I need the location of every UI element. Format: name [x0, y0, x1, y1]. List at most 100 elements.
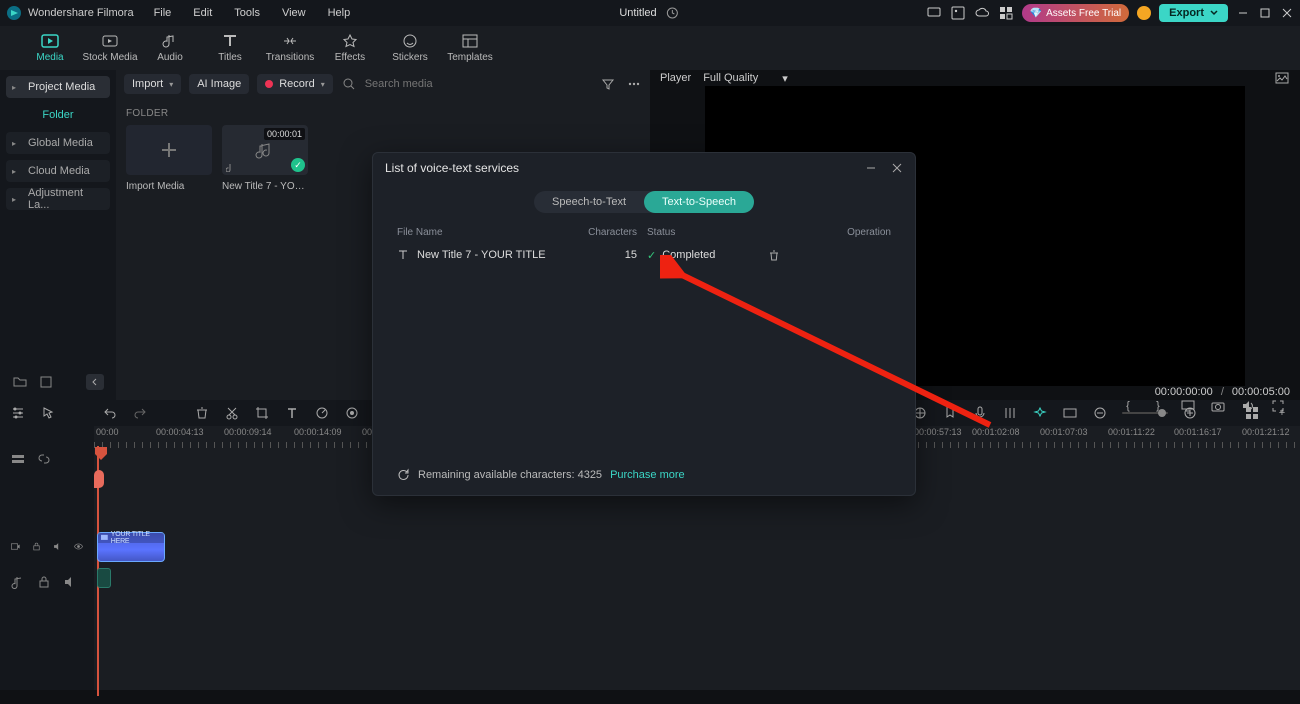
tl-options-icon[interactable] — [10, 405, 26, 421]
link-icon[interactable] — [36, 451, 52, 467]
new-bin-icon[interactable] — [38, 374, 54, 390]
ai-image-button[interactable]: AI Image — [189, 74, 249, 94]
video-track-icon — [10, 538, 21, 554]
menu-tools[interactable]: Tools — [224, 3, 270, 23]
import-media-card[interactable]: Import Media — [126, 125, 212, 192]
menu-edit[interactable]: Edit — [183, 3, 222, 23]
tab-stock[interactable]: Stock Media — [80, 33, 140, 63]
zoom-out-icon[interactable] — [1092, 405, 1108, 421]
export-button[interactable]: Export — [1159, 4, 1228, 22]
search-icon — [341, 76, 357, 92]
delete-row-icon[interactable] — [767, 248, 891, 262]
check-badge-icon: ✓ — [291, 158, 305, 172]
audio-clip[interactable] — [97, 568, 111, 588]
tab-effects[interactable]: Effects — [320, 33, 380, 63]
grid-icon[interactable] — [1244, 405, 1260, 421]
check-icon: ✓ — [647, 249, 656, 262]
quality-dropdown[interactable]: Full Quality▾ — [703, 72, 788, 85]
record-dropdown[interactable]: Record▾ — [257, 74, 332, 94]
tab-audio[interactable]: Audio — [140, 33, 200, 63]
sidebar-adjustment[interactable]: ▸Adjustment La... — [6, 188, 110, 210]
time-current: 00:00:00:00 — [1155, 386, 1213, 398]
modal-close-icon[interactable] — [891, 162, 903, 174]
audio-track-icon — [10, 574, 26, 590]
modal-minimize-icon[interactable] — [865, 162, 877, 174]
refresh-icon[interactable] — [397, 468, 410, 481]
tab-transitions[interactable]: Transitions — [260, 33, 320, 63]
sidebar-cloud-media[interactable]: ▸Cloud Media — [6, 160, 110, 182]
delete-icon[interactable] — [194, 405, 210, 421]
apps-icon[interactable] — [998, 5, 1014, 21]
cloud-icon[interactable] — [974, 5, 990, 21]
mixer-icon[interactable] — [1002, 405, 1018, 421]
add-track-icon[interactable]: + — [1274, 405, 1290, 421]
app-name: Wondershare Filmora — [28, 7, 134, 19]
voice-text-modal: List of voice-text services Speech-to-Te… — [372, 152, 916, 496]
table-header: File Name Characters Status Operation — [373, 223, 915, 240]
zoom-in-icon[interactable] — [1182, 405, 1198, 421]
history-icon[interactable] — [665, 5, 681, 21]
menu-help[interactable]: Help — [318, 3, 361, 23]
mute-icon[interactable] — [52, 538, 63, 554]
cut-icon[interactable] — [224, 405, 240, 421]
marker-icon[interactable] — [942, 405, 958, 421]
collapse-sidebar-icon[interactable] — [86, 374, 104, 390]
account-icon[interactable] — [1137, 6, 1151, 20]
undo-icon[interactable] — [102, 405, 118, 421]
menu-view[interactable]: View — [272, 3, 316, 23]
tab-titles[interactable]: Titles — [200, 33, 260, 63]
lock-icon[interactable] — [31, 538, 42, 554]
redo-icon[interactable] — [132, 405, 148, 421]
tab-speech-to-text[interactable]: Speech-to-Text — [534, 191, 644, 213]
document-title: Untitled — [619, 7, 656, 19]
maximize-icon[interactable] — [1258, 6, 1272, 20]
snapshot-icon[interactable] — [1274, 70, 1290, 86]
tab-media[interactable]: Media — [20, 33, 80, 63]
text-icon[interactable] — [284, 405, 300, 421]
filter-icon[interactable] — [600, 76, 616, 92]
track-manage-icon[interactable] — [10, 451, 26, 467]
media-card-title[interactable]: 00:00:01 ✓ New Title 7 - YOUR TI... — [222, 125, 308, 192]
titlebar: Wondershare Filmora File Edit Tools View… — [0, 0, 1300, 26]
menu-file[interactable]: File — [144, 3, 182, 23]
audio-sub-icon — [226, 162, 236, 172]
pointer-icon[interactable] — [40, 405, 56, 421]
camera-icon[interactable] — [1210, 398, 1226, 414]
more-icon[interactable] — [626, 76, 642, 92]
status-text: Completed — [662, 249, 715, 261]
ai-tools-icon[interactable] — [1032, 405, 1048, 421]
sidebar-project-media[interactable]: ▸Project Media — [6, 76, 110, 98]
crop-icon[interactable] — [254, 405, 270, 421]
video-clip[interactable]: YOUR TITLE HERE — [97, 532, 165, 562]
player-label: Player — [660, 72, 691, 84]
logo-icon — [6, 5, 22, 21]
import-dropdown[interactable]: Import▾ — [124, 74, 181, 94]
tool-tabs: Media Stock Media Audio Titles Transitio… — [0, 26, 1300, 70]
tab-stickers[interactable]: Stickers — [380, 33, 440, 63]
zoom-slider[interactable] — [1122, 412, 1168, 414]
speed-ramp-icon[interactable] — [314, 405, 330, 421]
sidebar-global-media[interactable]: ▸Global Media — [6, 132, 110, 154]
close-icon[interactable] — [1280, 6, 1294, 20]
minimize-icon[interactable] — [1236, 6, 1250, 20]
trial-pill[interactable]: 💎 Assets Free Trial — [1022, 4, 1129, 22]
char-count: 15 — [587, 249, 647, 261]
lock-icon[interactable] — [36, 574, 52, 590]
folder-label: FOLDER — [126, 108, 640, 119]
duration-badge: 00:00:01 — [264, 128, 305, 140]
text-item-icon — [397, 249, 409, 261]
voiceover-icon[interactable] — [972, 405, 988, 421]
tab-text-to-speech[interactable]: Text-to-Speech — [644, 191, 754, 213]
modal-title: List of voice-text services — [385, 161, 519, 175]
sidebar-folder[interactable]: Folder — [6, 104, 110, 126]
purchase-more-link[interactable]: Purchase more — [610, 469, 685, 481]
screen-icon[interactable] — [926, 5, 942, 21]
search-input[interactable] — [363, 77, 503, 91]
mute-icon[interactable] — [62, 574, 78, 590]
tab-templates[interactable]: Templates — [440, 33, 500, 63]
render-icon[interactable] — [1062, 405, 1078, 421]
image-icon[interactable] — [950, 5, 966, 21]
new-folder-icon[interactable] — [12, 374, 28, 390]
color-icon[interactable] — [344, 405, 360, 421]
eye-icon[interactable] — [73, 538, 84, 554]
